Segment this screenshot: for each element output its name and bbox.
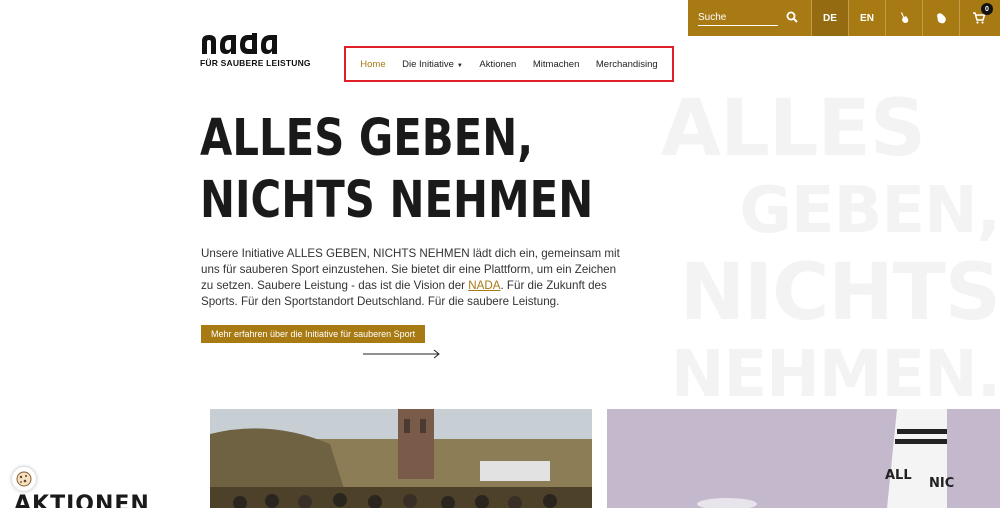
- main-navigation: Home Die Initiative ▼ Aktionen Mitmachen …: [344, 46, 674, 82]
- nada-wordmark: [202, 33, 277, 54]
- campaign-photo[interactable]: [210, 409, 592, 508]
- group-photo-image: [210, 409, 592, 508]
- nav-item-label: Die Initiative: [402, 58, 454, 70]
- intro-text: Unsere Initiative ALLES GEBEN, NICHTS NE…: [201, 246, 621, 310]
- utility-bar: DE EN 0: [688, 0, 1000, 36]
- bg-line-4: NEHMEN.: [670, 338, 1000, 412]
- headline-line-2: NICHTS NEHMEN: [200, 171, 594, 230]
- headline-line-1: ALLES GEBEN,: [200, 109, 534, 168]
- nav-item-home[interactable]: Home: [360, 59, 385, 70]
- more-info-button[interactable]: Mehr erfahren über die Initiative für sa…: [201, 325, 426, 343]
- nav-item-die-initiative[interactable]: Die Initiative ▼: [402, 59, 463, 70]
- language-en-button[interactable]: EN: [849, 0, 886, 36]
- aktionen-section-title: AKTIONEN: [14, 492, 150, 508]
- hero-headline: ALLES GEBEN, NICHTS NEHMEN: [200, 108, 593, 232]
- sock-product-image: ALL NIC: [697, 409, 954, 508]
- arrow-right-icon[interactable]: [363, 349, 441, 359]
- nada-link[interactable]: NADA: [468, 279, 500, 292]
- bg-line-2: GEBEN,: [739, 174, 1000, 248]
- search-icon[interactable]: [786, 11, 798, 26]
- nav-item-aktionen[interactable]: Aktionen: [479, 59, 516, 70]
- chevron-down-icon: ▼: [456, 62, 463, 69]
- language-de-button[interactable]: DE: [812, 0, 849, 36]
- background-slogan: ALLES GEBEN, NICHTS NEHMEN.: [661, 88, 1000, 416]
- logo-subtitle: FÜR SAUBERE LEISTUNG: [200, 58, 311, 68]
- nav-item-merchandising[interactable]: Merchandising: [596, 59, 658, 70]
- search-box: [688, 0, 812, 36]
- merchandise-promo[interactable]: ALL NIC: [607, 409, 1000, 508]
- nada-logo[interactable]: FÜR SAUBERE LEISTUNG: [200, 33, 311, 68]
- cart-button[interactable]: 0: [960, 0, 997, 36]
- bg-line-3: NICHTS: [679, 248, 1000, 338]
- cookie-icon: [16, 471, 32, 487]
- search-input[interactable]: [698, 10, 778, 26]
- easy-language-icon[interactable]: [923, 0, 960, 36]
- sock-print-2: NIC: [929, 476, 954, 491]
- cookie-settings-button[interactable]: [12, 467, 36, 491]
- nav-item-mitmachen[interactable]: Mitmachen: [533, 59, 579, 70]
- bg-line-1: ALLES: [660, 84, 926, 174]
- sign-language-icon[interactable]: [886, 0, 923, 36]
- cart-count-badge: 0: [981, 3, 993, 15]
- sock-print: ALL: [885, 468, 912, 483]
